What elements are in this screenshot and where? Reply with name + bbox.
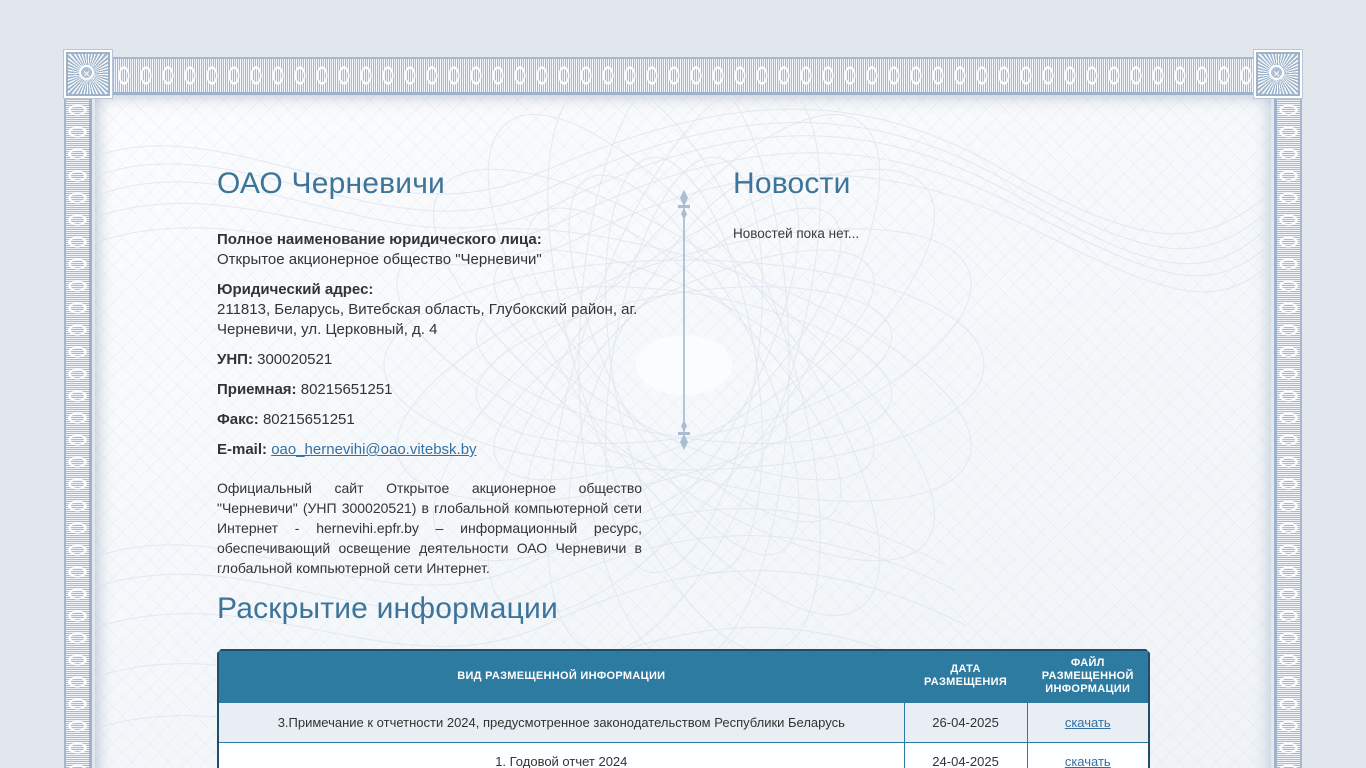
email-field: E-mail: oao_hernevihi@oao.vitebsk.by: [217, 440, 642, 460]
disclosure-table: ВИД РАЗМЕЩЕННОЙ ИНФОРМАЦИИ ДАТА РАЗМЕЩЕН…: [217, 649, 1150, 768]
disclosure-table-head: ВИД РАЗМЕЩЕННОЙ ИНФОРМАЦИИ ДАТА РАЗМЕЩЕН…: [217, 649, 1150, 703]
column-header-file: ФАЙЛ РАЗМЕЩЕННОЙ ИНФОРМАЦИИ: [1026, 649, 1150, 703]
company-section: ОАО Черневичи Полное наименование юридич…: [217, 168, 642, 578]
full-name-field: Полное наименование юридического лица: О…: [217, 230, 642, 270]
reception-field: Приемная: 80215651251: [217, 380, 642, 400]
company-description: Официальный сайт Открытое акционерное об…: [217, 480, 642, 576]
unp-value: 300020521: [257, 351, 333, 368]
news-empty-message: Новостей пока нет...: [733, 226, 860, 241]
full-name-label: Полное наименование юридического лица:: [217, 231, 542, 248]
file-cell: скачать: [1026, 741, 1150, 768]
header-row: ВИД РАЗМЕЩЕННОЙ ИНФОРМАЦИИ ДАТА РАЗМЕЩЕН…: [217, 649, 1150, 703]
reception-value: 80215651251: [300, 381, 393, 398]
rosette-icon: ✕: [79, 65, 94, 80]
rosette-icon: ✕: [1269, 65, 1284, 80]
address-label: Юридический адрес:: [217, 281, 374, 298]
full-name-value: Открытое акционерное общество "Черневичи…: [217, 251, 542, 268]
unp-field: УНП: 300020521: [217, 350, 642, 370]
date-cell: 24-04-2025: [903, 741, 1028, 768]
table-row: 3.Примечание к отчетности 2024, предусмо…: [217, 701, 1150, 743]
info-type-cell: 1. Годовой отчет 2024: [217, 741, 905, 768]
page-title: ОАО Черневичи: [217, 167, 445, 200]
disclosure-table-wrap: ВИД РАЗМЕЩЕННОЙ ИНФОРМАЦИИ ДАТА РАЗМЕЩЕН…: [215, 647, 1152, 768]
fax-field: Факс: 80215651251: [217, 410, 642, 430]
email-label: E-mail:: [217, 441, 268, 458]
frame-border-left: [64, 99, 92, 768]
news-section: Новости Новостей пока нет...: [733, 167, 1153, 242]
reception-label: Приемная:: [217, 381, 297, 398]
address-value: 211813, Беларусь, Витебская область, Глу…: [217, 301, 638, 338]
unp-label: УНП:: [217, 351, 253, 368]
frame-border-right: [1274, 99, 1302, 768]
date-cell: 26-04-2025: [903, 701, 1028, 743]
table-row: 1. Годовой отчет 2024 24-04-2025 скачать: [217, 741, 1150, 768]
download-link[interactable]: скачать: [1065, 715, 1111, 730]
frame-corner-top-right: ✕: [1253, 49, 1303, 99]
file-cell: скачать: [1026, 701, 1150, 743]
center-divider-ornament: [678, 190, 690, 450]
certificate-frame: ✕ ✕ ОАО Черневичи Полное наименование юр…: [63, 49, 1303, 768]
disclosure-table-body: 3.Примечание к отчетности 2024, предусмо…: [217, 701, 1150, 768]
frame-corner-top-left: ✕: [63, 49, 113, 99]
address-field: Юридический адрес: 211813, Беларусь, Вит…: [217, 280, 642, 340]
column-header-info-type: ВИД РАЗМЕЩЕННОЙ ИНФОРМАЦИИ: [217, 649, 905, 703]
page: ✕ ✕ ОАО Черневичи Полное наименование юр…: [0, 0, 1366, 768]
column-header-date: ДАТА РАЗМЕЩЕНИЯ: [903, 649, 1028, 703]
info-type-cell: 3.Примечание к отчетности 2024, предусмо…: [217, 701, 905, 743]
news-title: Новости: [733, 167, 851, 200]
frame-border-top: [113, 57, 1253, 95]
disclosure-section: Раскрытие информации ВИД РАЗМЕЩЕННОЙ ИНФ…: [215, 592, 1152, 768]
fax-label: Факс:: [217, 411, 259, 428]
disclosure-title: Раскрытие информации: [217, 592, 558, 625]
download-link[interactable]: скачать: [1065, 754, 1111, 768]
fax-value: 80215651251: [262, 411, 355, 428]
email-link[interactable]: oao_hernevihi@oao.vitebsk.by: [271, 441, 476, 458]
content-sheet: ОАО Черневичи Полное наименование юридич…: [95, 95, 1271, 768]
